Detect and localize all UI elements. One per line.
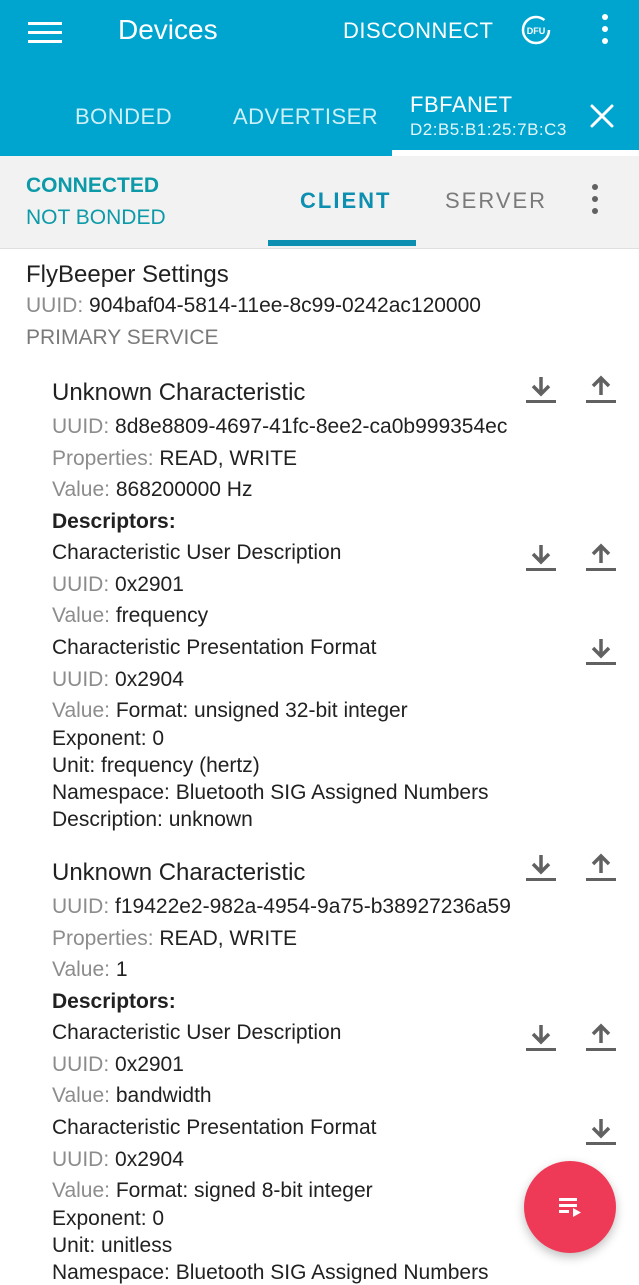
read-download-icon[interactable] — [524, 1021, 558, 1053]
more-options-icon[interactable] — [589, 184, 601, 218]
bond-status: NOT BONDED — [26, 206, 166, 229]
descriptors-heading: Descriptors: — [52, 990, 176, 1013]
write-upload-icon[interactable] — [584, 851, 618, 883]
more-options-icon[interactable] — [598, 14, 612, 48]
client-tab-indicator — [268, 240, 416, 246]
tab-bonded[interactable]: BONDED — [75, 104, 172, 130]
write-upload-icon[interactable] — [584, 541, 618, 573]
log-fab-button[interactable] — [524, 1161, 616, 1253]
dfu-label: DFU — [527, 26, 546, 36]
characteristic-properties: READ, WRITE — [159, 927, 298, 950]
descriptor-value-row: Value: Format: unsigned 32-bit integer — [52, 699, 408, 722]
service-uuid: 904baf04-5814-11ee-8c99-0242ac120000 — [89, 294, 481, 317]
descriptor-value: frequency — [115, 604, 209, 627]
descriptor-uuid-row: UUID: 0x2901 — [52, 1053, 184, 1076]
descriptor-value-row: Value: Format: signed 8-bit integer — [52, 1179, 373, 1202]
tab-server[interactable]: SERVER — [445, 188, 547, 214]
characteristic-uuid: f19422e2-982a-4954-9a75-b38927236a59 — [115, 895, 511, 918]
descriptor-value-row: Value: frequency — [52, 604, 209, 627]
descriptors-heading: Descriptors: — [52, 510, 176, 533]
write-upload-icon[interactable] — [584, 1021, 618, 1053]
characteristic-properties-row: Properties: READ, WRITE — [52, 927, 298, 950]
characteristic-uuid-row: UUID: 8d8e8809-4697-41fc-8ee2-ca0b999354… — [52, 415, 508, 438]
log-list-icon — [559, 1198, 581, 1217]
characteristic-title: Unknown Characteristic — [52, 859, 306, 886]
descriptor-extra: Unit: frequency (hertz) — [52, 754, 260, 777]
page-title: Devices — [118, 14, 218, 45]
descriptor-extra: Namespace: Bluetooth SIG Assigned Number… — [52, 1261, 489, 1284]
menu-icon[interactable] — [28, 18, 62, 48]
descriptor-uuid: 0x2901 — [115, 573, 184, 596]
characteristic-uuid: 8d8e8809-4697-41fc-8ee2-ca0b999354ec — [115, 415, 508, 438]
descriptor-uuid: 0x2901 — [115, 1053, 184, 1076]
descriptor-extra: Namespace: Bluetooth SIG Assigned Number… — [52, 781, 489, 804]
descriptor-title[interactable]: Characteristic User Description — [52, 1021, 341, 1045]
characteristic-uuid-row: UUID: f19422e2-982a-4954-9a75-b38927236a… — [52, 895, 511, 918]
disconnect-button[interactable]: DISCONNECT — [343, 18, 493, 44]
service-type: PRIMARY SERVICE — [26, 326, 219, 349]
characteristic-value: 1 — [115, 958, 128, 981]
descriptor-title[interactable]: Characteristic Presentation Format — [52, 636, 376, 660]
descriptor-extra: Exponent: 0 — [52, 727, 165, 750]
descriptor-extra: Description: unknown — [52, 808, 253, 831]
descriptor-uuid: 0x2904 — [115, 668, 184, 691]
descriptor-title[interactable]: Characteristic User Description — [52, 541, 341, 565]
write-upload-icon[interactable] — [584, 373, 618, 405]
characteristic-properties-row: Properties: READ, WRITE — [52, 447, 298, 470]
descriptor-value: Format: signed 8-bit integer — [115, 1179, 373, 1202]
service-uuid-row: UUID: 904baf04-5814-11ee-8c99-0242ac1200… — [26, 294, 481, 318]
read-download-icon[interactable] — [524, 541, 558, 573]
connection-status: CONNECTED — [26, 174, 160, 197]
characteristic-title: Unknown Characteristic — [52, 379, 306, 406]
app-bar: Devices DISCONNECT DFU BONDED ADVERTISER… — [0, 0, 639, 156]
descriptor-uuid-row: UUID: 0x2901 — [52, 573, 184, 596]
connection-bar: CONNECTED NOT BONDED CLIENT SERVER — [0, 156, 639, 249]
descriptor-uuid-row: UUID: 0x2904 — [52, 668, 184, 691]
descriptor-value: bandwidth — [115, 1084, 212, 1107]
read-download-icon[interactable] — [524, 373, 558, 405]
descriptor-extra: Unit: unitless — [52, 1234, 173, 1257]
device-address: D2:B5:B1:25:7B:C3 — [410, 120, 567, 139]
close-icon[interactable] — [588, 102, 616, 130]
device-name: FBFANET — [410, 92, 513, 117]
service-name[interactable]: FlyBeeper Settings — [26, 261, 229, 289]
characteristic-properties: READ, WRITE — [159, 447, 298, 470]
tab-client[interactable]: CLIENT — [300, 188, 391, 214]
descriptor-value-row: Value: bandwidth — [52, 1084, 212, 1107]
read-download-icon[interactable] — [584, 635, 618, 667]
descriptor-title[interactable]: Characteristic Presentation Format — [52, 1116, 376, 1140]
device-tabs: BONDED ADVERTISER FBFANET D2:B5:B1:25:7B… — [0, 80, 639, 156]
characteristic-value-row: Value: 1 — [52, 958, 128, 981]
tab-device[interactable]: FBFANET D2:B5:B1:25:7B:C3 — [410, 92, 567, 140]
tab-advertiser[interactable]: ADVERTISER — [233, 104, 378, 130]
descriptor-extra: Exponent: 0 — [52, 1207, 165, 1230]
uuid-label: UUID: — [26, 294, 84, 317]
descriptor-uuid-row: UUID: 0x2904 — [52, 1148, 184, 1171]
read-download-icon[interactable] — [524, 851, 558, 883]
descriptor-value: Format: unsigned 32-bit integer — [115, 699, 408, 722]
descriptor-uuid: 0x2904 — [115, 1148, 184, 1171]
characteristic-value: 868200000 Hz — [115, 478, 253, 501]
dfu-icon[interactable]: DFU — [520, 14, 552, 46]
characteristic-value-row: Value: 868200000 Hz — [52, 478, 253, 501]
read-download-icon[interactable] — [584, 1115, 618, 1147]
